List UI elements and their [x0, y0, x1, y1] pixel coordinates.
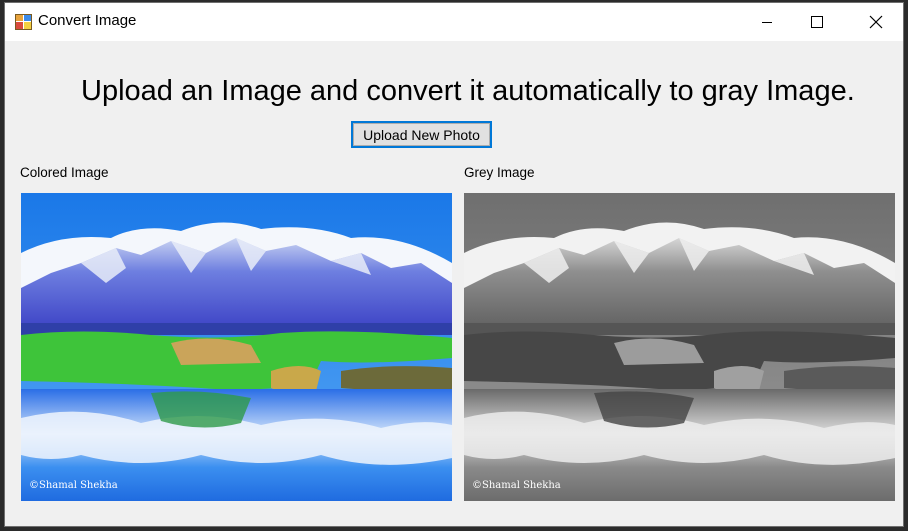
close-icon	[869, 15, 883, 29]
minimize-button[interactable]	[744, 3, 790, 41]
maximize-button[interactable]	[794, 3, 840, 41]
colored-image-watermark: ©Shamal Shekha	[29, 480, 118, 491]
colored-image-label: Colored Image	[20, 165, 109, 180]
page-heading: Upload an Image and convert it automatic…	[81, 75, 855, 107]
app-icon	[15, 14, 32, 30]
convert-image-window: Convert Image Upload an Image and conver…	[4, 2, 904, 527]
grey-image-label: Grey Image	[464, 165, 535, 180]
title-bar[interactable]: Convert Image	[5, 3, 903, 41]
grey-image-picture: ©Shamal Shekha	[464, 193, 895, 501]
upload-new-photo-button[interactable]: Upload New Photo	[351, 121, 492, 148]
upload-button-label: Upload New Photo	[353, 123, 490, 146]
grey-image-watermark: ©Shamal Shekha	[472, 480, 561, 491]
close-button[interactable]	[853, 3, 899, 41]
window-title: Convert Image	[38, 12, 137, 29]
maximize-icon	[811, 16, 823, 28]
minimize-icon	[762, 22, 772, 23]
colored-image-picture: ©Shamal Shekha	[21, 193, 452, 501]
